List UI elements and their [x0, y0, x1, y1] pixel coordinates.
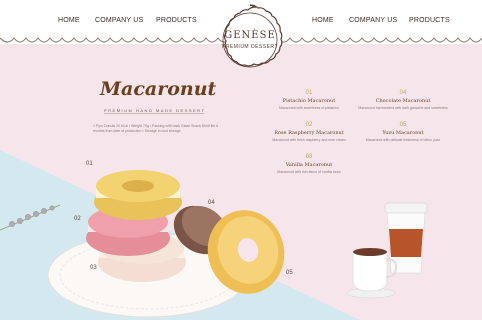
- marker-05: 05: [286, 270, 293, 276]
- product-name: Yuzu Macaronut: [382, 130, 424, 136]
- marker-01: 01: [86, 161, 93, 167]
- nav-products-right[interactable]: PRODUCTS: [409, 17, 450, 24]
- nav-home-right[interactable]: HOME: [312, 17, 334, 24]
- lavender-sprig: [0, 204, 61, 231]
- brand-divider: [104, 113, 204, 114]
- nav-company-left[interactable]: COMPANY US: [95, 17, 143, 24]
- genese-logo[interactable]: GENÈSE PREMIUM DESSERT: [214, 4, 286, 76]
- nav-company-right[interactable]: COMPANY US: [349, 17, 397, 24]
- logo-name: GENÈSE: [224, 30, 276, 41]
- takeaway-cup: [384, 202, 428, 274]
- macaron-stack-illustration: [0, 170, 285, 318]
- brand-subtitle: PREMIUM HAND MADE DESSERT: [104, 108, 206, 113]
- product-item-05: 05 Yuzu Macaronut Macaronut with delicat…: [348, 122, 458, 142]
- logo-subtitle: PREMIUM DESSERT: [221, 44, 279, 50]
- brand-description: 1 Pyro Donuts 20 kCal • Weight 70g • Pac…: [93, 124, 219, 133]
- marker-02: 02: [74, 216, 81, 222]
- marker-04: 04: [208, 200, 215, 206]
- coffee-cups-illustration: [346, 202, 428, 299]
- product-item-04: 04 Chocolate Macaronut Macaronut harmoni…: [348, 90, 458, 110]
- pistachio-macaron: [94, 170, 182, 220]
- product-number: 05: [399, 122, 407, 128]
- product-description: Macaronut harmonized with dark ganache a…: [358, 106, 448, 110]
- nav-home-left[interactable]: HOME: [58, 17, 80, 24]
- product-name: Chocolate Macaronut: [375, 98, 431, 104]
- product-description: Macaronut with delicate freshness of cit…: [365, 138, 441, 142]
- nav-products-left[interactable]: PRODUCTS: [156, 17, 197, 24]
- brand-title: Macaronut: [100, 78, 217, 100]
- page: HOME COMPANY US PRODUCTS HOME COMPANY US…: [0, 0, 482, 320]
- marker-03: 03: [90, 265, 97, 271]
- product-number: 04: [399, 90, 407, 96]
- espresso-cup: [346, 248, 398, 299]
